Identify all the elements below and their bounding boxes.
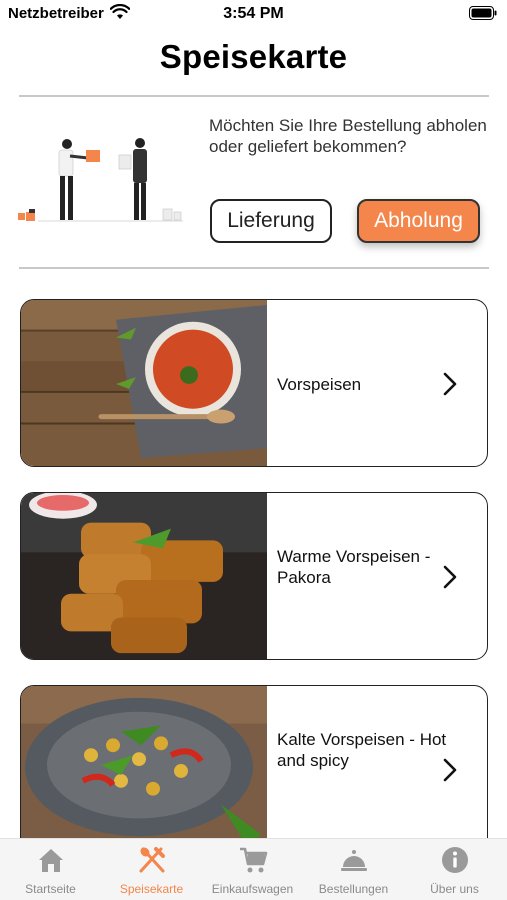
divider bbox=[19, 95, 489, 97]
tab-ueber-uns[interactable]: Über uns bbox=[404, 839, 505, 900]
tab-einkaufswagen[interactable]: Einkaufswagen bbox=[202, 839, 303, 900]
status-bar: Netzbetreiber 3:54 PM bbox=[0, 0, 507, 28]
category-card-vorspeisen[interactable]: Vorspeisen bbox=[20, 299, 488, 467]
category-label: Warme Vorspeisen - Pakora bbox=[277, 547, 431, 587]
fork-knife-icon bbox=[139, 847, 165, 873]
category-label: Kalte Vorspeisen - Hot and spicy bbox=[277, 730, 447, 770]
pickup-button[interactable]: Abholung bbox=[357, 199, 480, 243]
category-card-warme-vorspeisen[interactable]: Warme Vorspeisen - Pakora bbox=[20, 492, 488, 660]
tab-label: Über uns bbox=[430, 882, 479, 896]
tab-label: Bestellungen bbox=[318, 882, 389, 896]
tab-startseite[interactable]: Startseite bbox=[0, 839, 101, 900]
tab-bestellungen[interactable]: Bestellungen bbox=[303, 839, 404, 900]
tab-label: Speisekarte bbox=[119, 882, 184, 896]
tab-bar: Startseite Speisekarte Einkaufswagen Bes… bbox=[0, 838, 507, 900]
clock: 3:54 PM bbox=[223, 5, 284, 22]
category-label: Vorspeisen bbox=[277, 375, 362, 394]
chevron-right-icon bbox=[443, 372, 457, 396]
tab-speisekarte[interactable]: Speisekarte bbox=[101, 839, 202, 900]
category-card-kalte-vorspeisen[interactable]: Kalte Vorspeisen - Hot and spicy bbox=[20, 685, 488, 853]
delivery-prompt: Möchten Sie Ihre Bestellung abholen oder… bbox=[209, 116, 487, 156]
page-title: Speisekarte bbox=[159, 38, 348, 75]
tab-label: Startseite bbox=[25, 882, 76, 896]
chevron-right-icon bbox=[443, 758, 457, 782]
chickpea-salad-image bbox=[21, 686, 267, 852]
tab-label: Einkaufswagen bbox=[211, 882, 294, 896]
home-icon bbox=[38, 849, 63, 872]
battery-icon bbox=[469, 6, 497, 20]
tomato-soup-image bbox=[21, 300, 267, 466]
cloche-icon bbox=[340, 850, 367, 871]
pakora-image bbox=[21, 493, 267, 659]
delivery-illustration bbox=[18, 138, 183, 222]
chevron-right-icon bbox=[443, 565, 457, 589]
info-icon bbox=[441, 847, 468, 873]
cart-icon bbox=[239, 847, 267, 873]
divider bbox=[19, 267, 489, 269]
delivery-button[interactable]: Lieferung bbox=[210, 199, 332, 243]
